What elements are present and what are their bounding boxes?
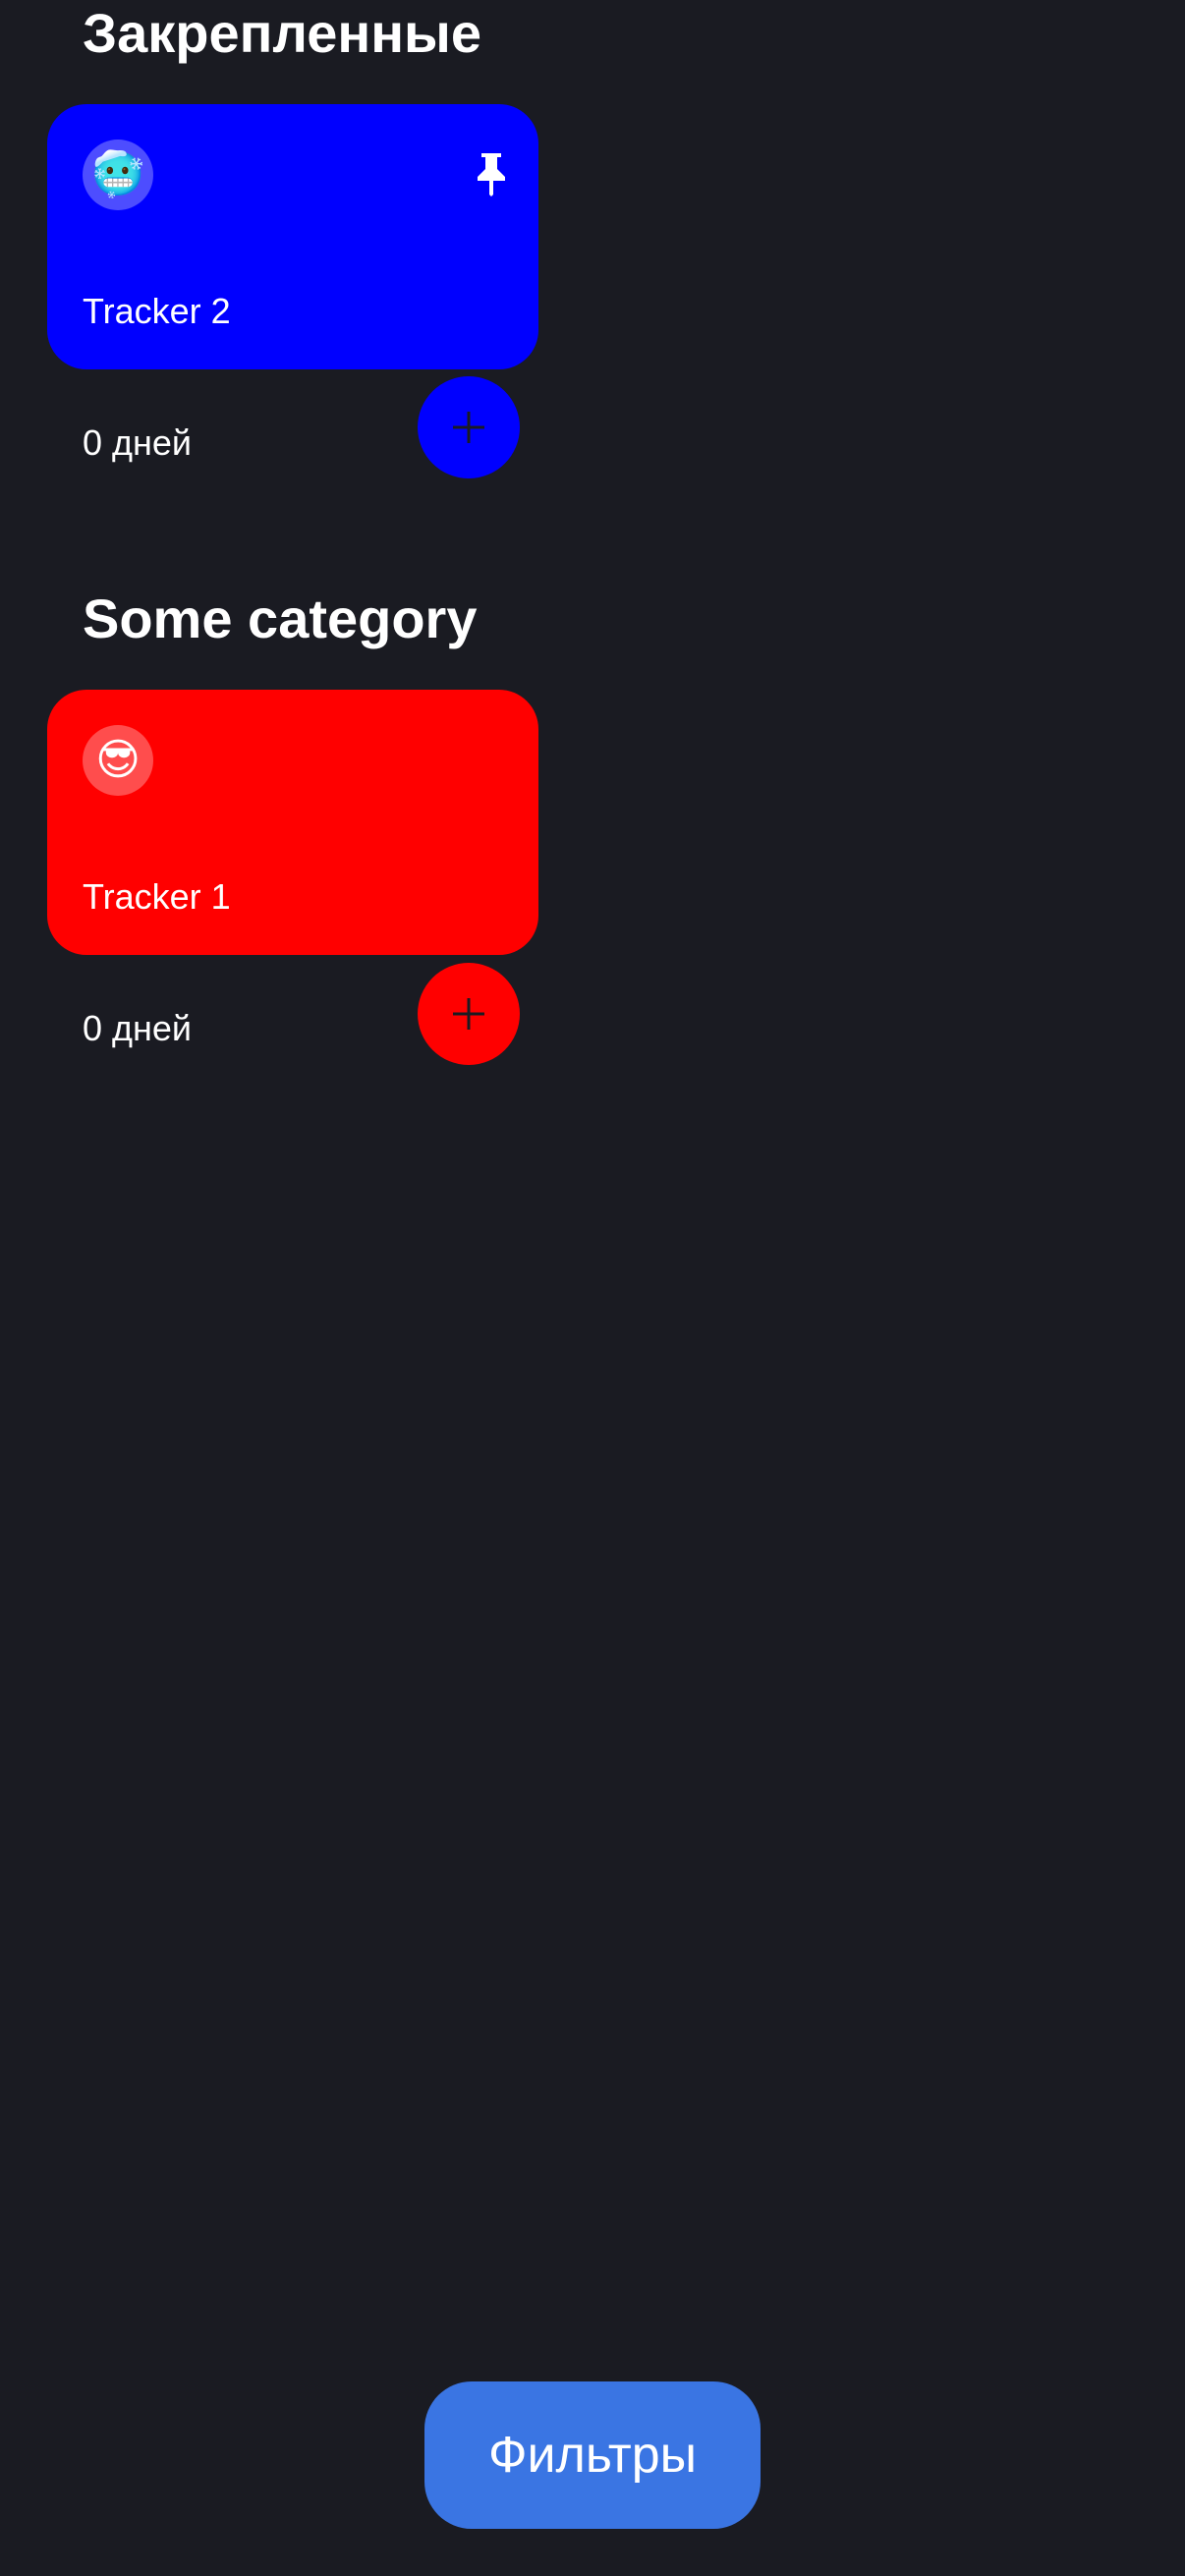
tracker-days-count: 0 дней (83, 422, 193, 463)
tracker-emoji: 🥶 (83, 140, 153, 210)
add-record-button[interactable] (418, 963, 520, 1065)
tracker-emoji: 😎 (83, 725, 153, 796)
tracker-card[interactable]: 😎 Tracker 1 (47, 690, 538, 955)
section-title-category: Some category (83, 588, 478, 649)
plus-icon (453, 412, 484, 443)
plus-icon (453, 998, 484, 1030)
tracker-days-count: 0 дней (83, 1008, 193, 1048)
tracker-name: Tracker 1 (83, 876, 231, 917)
pin-icon (478, 153, 505, 196)
section-title-pinned: Закрепленные (83, 2, 482, 64)
tracker-name: Tracker 2 (83, 291, 231, 331)
filters-button[interactable]: Фильтры (424, 2381, 761, 2529)
tracker-card[interactable]: 🥶 Tracker 2 (47, 104, 538, 369)
add-record-button[interactable] (418, 376, 520, 478)
